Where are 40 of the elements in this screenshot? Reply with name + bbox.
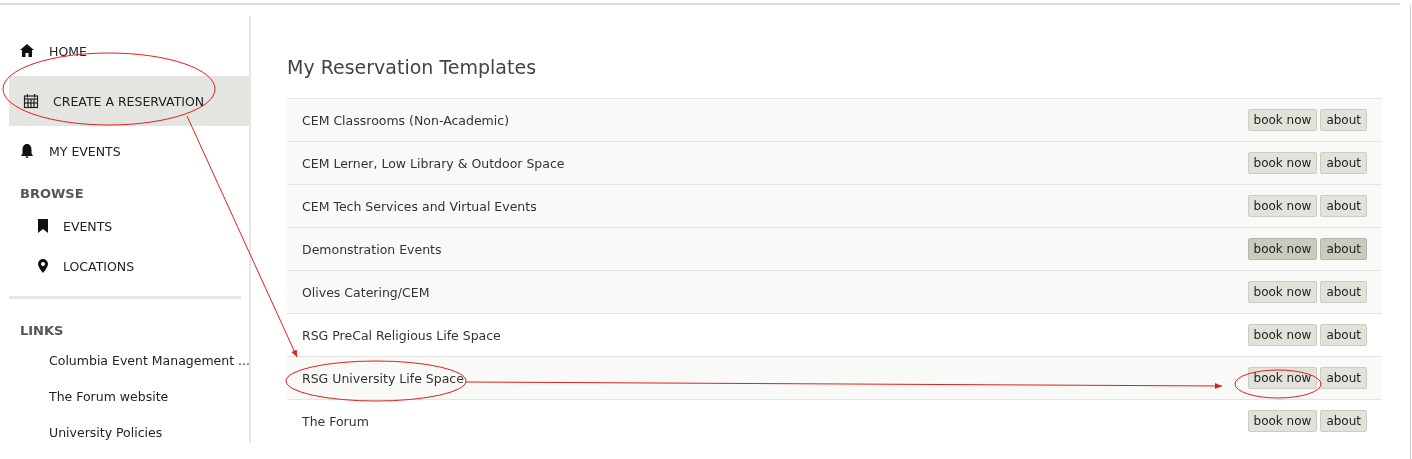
sidebar-link[interactable]: University Policies [9,415,249,451]
book-now-button[interactable]: book now [1247,238,1318,260]
about-button[interactable]: about [1320,324,1367,346]
section-heading: LINKS [19,322,65,340]
nav-item[interactable]: EVENTS [9,206,249,246]
about-button[interactable]: about [1320,281,1367,303]
book-now-button[interactable]: book now [1247,281,1318,303]
nav-item[interactable]: CREATE A RESERVATION [9,76,249,126]
map-pin-icon [35,258,51,274]
sidebar-link[interactable]: Columbia Event Management ... [9,343,249,379]
template-name: CEM Lerner, Low Library & Outdoor Space [302,155,565,171]
template-name: CEM Classrooms (Non-Academic) [302,112,509,128]
template-name: RSG PreCal Religious Life Space [302,327,501,343]
about-button[interactable]: about [1320,109,1367,131]
book-now-button[interactable]: book now [1247,195,1318,217]
nav-item[interactable]: LOCATIONS [9,246,249,286]
template-name: RSG University Life Space [302,370,464,386]
book-now-button[interactable]: book now [1247,109,1318,131]
about-button[interactable]: about [1320,195,1367,217]
template-name: Demonstration Events [302,241,442,257]
bell-icon [19,143,35,159]
template-name: Olives Catering/CEM [302,284,430,300]
page-title: My Reservation Templates [287,56,538,78]
template-name: The Forum [302,413,369,429]
about-button[interactable]: about [1320,410,1367,432]
about-button[interactable]: about [1320,152,1367,174]
nav-item[interactable]: HOME [9,26,249,76]
template-name: CEM Tech Services and Virtual Events [302,198,537,214]
bookmark-icon [35,218,51,234]
about-button[interactable]: about [1320,367,1367,389]
nav-item[interactable]: MY EVENTS [9,126,249,176]
about-button[interactable]: about [1320,238,1367,260]
book-now-button[interactable]: book now [1247,152,1318,174]
book-now-button[interactable]: book now [1247,410,1318,432]
calendar-icon [23,93,39,109]
book-now-button[interactable]: book now [1247,324,1318,346]
section-heading: BROWSE [19,185,85,203]
book-now-button[interactable]: book now [1247,367,1318,389]
sidebar-link[interactable]: The Forum website [9,379,249,415]
home-icon [19,43,35,59]
